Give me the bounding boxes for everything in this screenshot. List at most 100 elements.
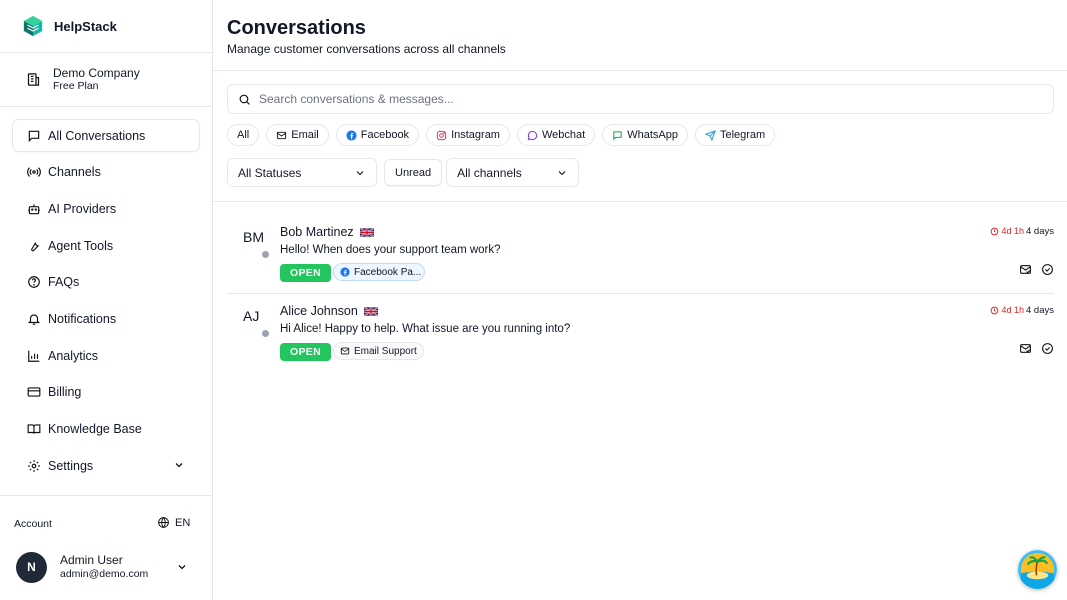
chip-label: Webchat: [541, 129, 586, 141]
sidebar-item-label: Agent Tools: [48, 238, 114, 253]
mail-icon: [277, 131, 287, 139]
chip-instagram[interactable]: Instagram: [426, 124, 510, 146]
clock-alert-icon: [991, 227, 999, 235]
unread-toggle[interactable]: Unread: [384, 159, 443, 186]
broadcast-icon: [27, 165, 41, 179]
sidebar-item-notifications[interactable]: Notifications: [13, 303, 199, 334]
mark-read-mail-icon[interactable]: [1019, 342, 1032, 355]
brand[interactable]: HelpStack: [0, 0, 212, 53]
organization-switcher[interactable]: Demo Company Free Plan: [0, 53, 212, 107]
mail-icon: [340, 347, 350, 355]
org-plan: Free Plan: [53, 80, 99, 92]
instagram-icon: [436, 130, 447, 140]
helpstack-logo-icon: [23, 15, 43, 37]
sidebar-item-agent-tools[interactable]: Agent Tools: [13, 230, 199, 261]
sidebar-item-faqs[interactable]: FAQs: [13, 267, 199, 298]
status-select[interactable]: All Statuses: [227, 158, 377, 187]
chat-icon: [27, 129, 41, 143]
chip-label: Telegram: [719, 129, 766, 141]
channel-select-value: All channels: [457, 165, 522, 180]
chip-label: All: [237, 129, 250, 141]
filter-bar: All Statuses Unread All channels: [227, 158, 580, 187]
last-message: Hi Alice! Happy to help. What issue are …: [280, 323, 571, 335]
sidebar-item-label: Channels: [48, 165, 101, 180]
chevron-down-icon: [356, 170, 364, 175]
chip-webchat[interactable]: Webchat: [516, 124, 596, 146]
resolve-check-icon[interactable]: [1041, 342, 1054, 355]
credit-card-icon: [27, 385, 41, 399]
search-bar[interactable]: [227, 84, 1054, 114]
sidebar-item-all-conversations[interactable]: All Conversations: [13, 120, 199, 151]
contact-initials: AJ: [243, 308, 260, 324]
help-circle-icon: [27, 275, 41, 289]
page-title: Conversations: [227, 17, 366, 39]
conversation-age: 4 days: [1026, 226, 1054, 237]
language-label: EN: [175, 516, 191, 529]
page-header: Conversations Manage customer conversati…: [213, 0, 1067, 71]
sidebar-nav: All Conversations Channels AI Providers …: [0, 107, 212, 481]
sla-timer: 4d 1h: [990, 305, 1024, 315]
main-content: Conversations Manage customer conversati…: [213, 0, 1067, 600]
sla-timer: 4d 1h: [990, 226, 1024, 236]
telegram-icon: [704, 129, 716, 141]
sidebar-item-settings[interactable]: Settings: [13, 450, 199, 481]
sidebar-item-ai-providers[interactable]: AI Providers: [13, 193, 199, 224]
sidebar-item-label: Analytics: [48, 348, 99, 363]
facebook-icon: [340, 267, 350, 277]
contact-name: Bob Martinez: [280, 225, 374, 239]
chip-all[interactable]: All: [227, 124, 260, 146]
app-name: HelpStack: [54, 18, 117, 34]
status-select-value: All Statuses: [238, 165, 302, 180]
last-message: Hello! When does your support team work?: [280, 244, 501, 256]
mark-read-mail-icon[interactable]: [1019, 263, 1032, 276]
language-switcher[interactable]: EN: [157, 516, 190, 529]
uk-flag-icon: [359, 227, 374, 237]
user-name: Admin User: [60, 553, 123, 567]
sidebar-item-label: Billing: [48, 385, 82, 400]
uk-flag-icon: [363, 306, 378, 316]
gear-icon: [27, 459, 41, 473]
chevron-down-icon: [175, 463, 183, 468]
sidebar-item-knowledge-base[interactable]: Knowledge Base: [13, 414, 199, 445]
chip-telegram[interactable]: Telegram: [694, 124, 776, 146]
sidebar-item-label: Notifications: [48, 311, 117, 326]
contact-name: Alice Johnson: [280, 304, 378, 318]
search-icon: [239, 94, 250, 105]
avatar: N: [16, 551, 47, 583]
contact-name-text: Alice Johnson: [280, 304, 358, 318]
chevron-down-icon: [178, 565, 186, 570]
chevron-down-icon: [558, 170, 566, 175]
sidebar-item-label: Settings: [48, 458, 94, 473]
sidebar-item-label: All Conversations: [48, 128, 146, 143]
resolve-check-icon[interactable]: [1041, 263, 1054, 276]
bar-chart-icon: [27, 349, 41, 363]
chip-facebook[interactable]: Facebook: [335, 124, 420, 146]
sidebar-item-analytics[interactable]: Analytics: [13, 340, 199, 371]
chip-whatsapp[interactable]: WhatsApp: [602, 124, 688, 146]
assistant-launcher-button[interactable]: [1018, 550, 1057, 589]
sidebar-item-label: FAQs: [48, 275, 80, 290]
sidebar-item-billing[interactable]: Billing: [13, 377, 199, 408]
channel-filter-chips: All Email Facebook Instagram Webchat Wha…: [227, 124, 782, 146]
list-divider: [213, 201, 1067, 202]
status-badge: OPEN: [280, 264, 331, 282]
chip-label: Email: [291, 129, 319, 141]
user-menu[interactable]: N Admin User admin@demo.com: [16, 551, 196, 583]
offline-status-dot: [262, 330, 269, 337]
conversation-row[interactable]: AJ Alice Johnson Hi Alice! Happy to help…: [227, 295, 1054, 373]
globe-icon: [158, 517, 169, 528]
unread-label: Unread: [395, 166, 432, 179]
island-icon: [1018, 550, 1057, 589]
wrench-icon: [27, 239, 41, 253]
sla-timer-text: 4d 1h: [1001, 226, 1024, 236]
sidebar-item-label: Knowledge Base: [48, 422, 142, 436]
channel-select[interactable]: All channels: [446, 158, 580, 187]
whatsapp-icon: [613, 130, 622, 140]
message-circle-icon: [527, 130, 538, 140]
search-input[interactable]: [259, 92, 1039, 106]
channel-badge-label: Facebook Pa...: [354, 266, 422, 278]
sidebar-item-channels[interactable]: Channels: [13, 157, 199, 188]
channel-badge-label: Email Support: [354, 345, 417, 357]
chip-email[interactable]: Email: [266, 124, 329, 146]
conversation-row[interactable]: BM Bob Martinez Hello! When does your su…: [227, 216, 1054, 294]
